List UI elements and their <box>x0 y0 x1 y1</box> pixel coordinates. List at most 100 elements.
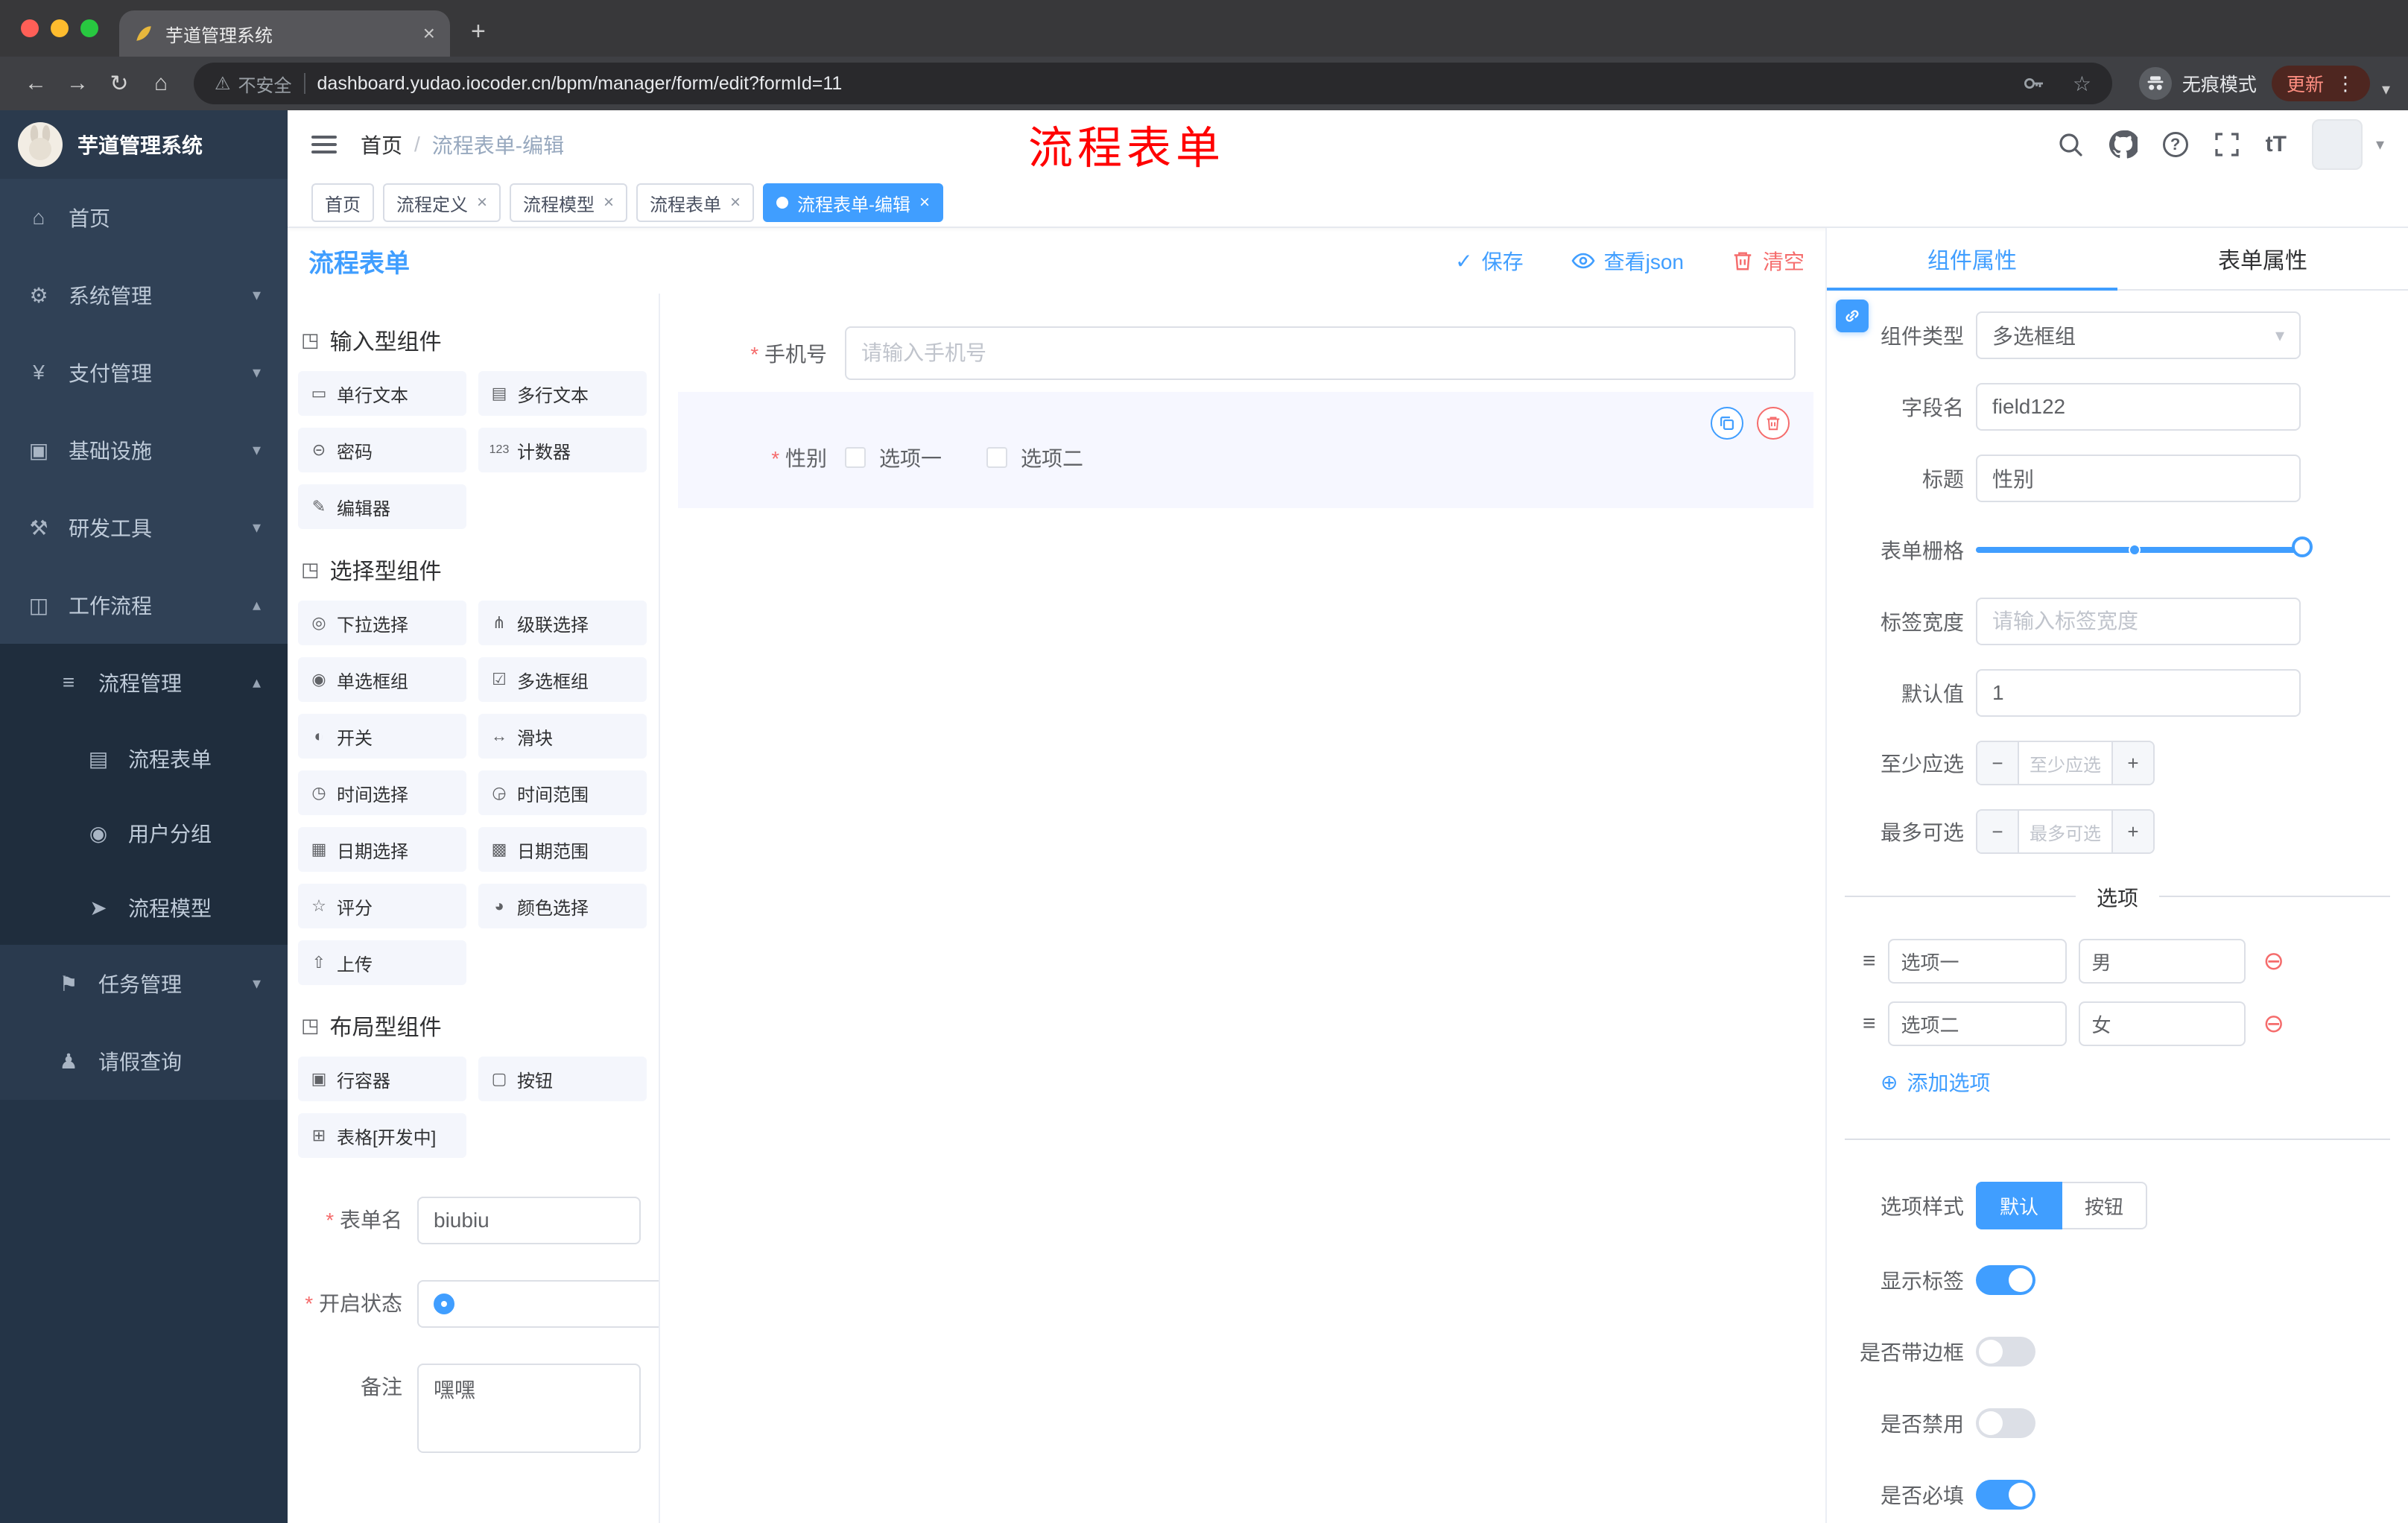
increase-button[interactable]: + <box>2111 742 2153 784</box>
option-2-name-input[interactable] <box>1887 1001 2067 1046</box>
radio-on[interactable]: 开启 <box>417 1280 659 1328</box>
drag-handle-icon[interactable]: ≡ <box>1863 1011 1876 1036</box>
browser-tab[interactable]: 芋道管理系统 × <box>119 10 450 57</box>
security-status[interactable]: ⚠ 不安全 <box>215 71 292 97</box>
field-name-input[interactable] <box>1976 383 2301 431</box>
palette-item-editor[interactable]: ✎ 编辑器 <box>298 484 466 529</box>
palette-item-row-container[interactable]: ▣ 行容器 <box>298 1057 466 1101</box>
style-default-button[interactable]: 默认 <box>1976 1182 2063 1229</box>
form-name-input[interactable] <box>417 1197 641 1244</box>
remove-option-icon[interactable]: ⊖ <box>2263 1009 2285 1039</box>
title-input[interactable] <box>1976 455 2301 502</box>
avatar-caret-icon[interactable]: ▾ <box>2376 135 2384 154</box>
palette-item-upload[interactable]: ⇧ 上传 <box>298 940 466 985</box>
forward-button[interactable]: → <box>57 71 98 96</box>
sidebar-item-home[interactable]: ⌂ 首页 <box>0 179 288 256</box>
tag-process-form-edit[interactable]: 流程表单-编辑 × <box>763 183 944 222</box>
phone-input[interactable] <box>845 326 1796 380</box>
user-avatar[interactable] <box>2311 119 2363 170</box>
reload-button[interactable]: ↻ <box>98 71 140 97</box>
checkbox-option-1[interactable]: 选项一 <box>845 443 942 472</box>
palette-item-color-picker[interactable]: ◕ 颜色选择 <box>478 884 647 928</box>
palette-item-counter[interactable]: 123 计数器 <box>478 428 647 472</box>
sidebar-logo[interactable]: 芋道管理系统 <box>0 110 288 179</box>
view-json-button[interactable]: 查看json <box>1571 246 1684 276</box>
password-key-icon[interactable] <box>2022 72 2046 95</box>
tab-close-icon[interactable]: × <box>423 22 435 45</box>
checkbox-option-2[interactable]: 选项二 <box>986 443 1083 472</box>
tab-component-props[interactable]: 组件属性 <box>1827 228 2117 291</box>
default-value-input[interactable] <box>1976 669 2301 717</box>
palette-item-date-picker[interactable]: ▦ 日期选择 <box>298 827 466 872</box>
style-button-button[interactable]: 按钮 <box>2062 1182 2148 1229</box>
form-remark-textarea[interactable]: 嘿嘿 <box>417 1364 641 1453</box>
close-window-button[interactable] <box>21 19 39 37</box>
link-button[interactable] <box>1836 300 1869 332</box>
browser-update-button[interactable]: 更新 ⋮ <box>2271 66 2370 101</box>
tag-process-model[interactable]: 流程模型 × <box>510 183 628 222</box>
tag-close-icon[interactable]: × <box>919 192 930 213</box>
breadcrumb-home[interactable]: 首页 <box>361 130 402 159</box>
palette-item-time-picker[interactable]: ◷ 时间选择 <box>298 770 466 815</box>
remove-option-icon[interactable]: ⊖ <box>2263 946 2285 976</box>
help-icon[interactable]: ? <box>2162 132 2188 157</box>
search-icon[interactable] <box>2057 131 2084 158</box>
max-select-value[interactable]: 最多可选 <box>2019 811 2111 852</box>
tag-home[interactable]: 首页 <box>311 183 374 222</box>
palette-item-password[interactable]: ⊝ 密码 <box>298 428 466 472</box>
home-button[interactable]: ⌂ <box>140 71 182 96</box>
required-toggle[interactable] <box>1976 1480 2035 1510</box>
palette-item-multi-line-text[interactable]: ▤ 多行文本 <box>478 371 647 416</box>
tag-process-definition[interactable]: 流程定义 × <box>383 183 501 222</box>
zoom-window-button[interactable] <box>80 19 98 37</box>
palette-item-radio-group[interactable]: ◉ 单选框组 <box>298 657 466 702</box>
sidebar-item-task-management[interactable]: ⚑ 任务管理 ▾ <box>0 945 288 1022</box>
delete-widget-button[interactable] <box>1757 407 1790 440</box>
selected-widget-gender[interactable]: 性别 选项一 选项二 <box>678 392 1813 508</box>
decrease-button[interactable]: − <box>1977 811 2019 852</box>
option-2-value-input[interactable] <box>2078 1001 2246 1046</box>
tab-form-props[interactable]: 表单属性 <box>2117 228 2408 289</box>
option-1-value-input[interactable] <box>2078 939 2246 984</box>
tag-close-icon[interactable]: × <box>477 192 487 213</box>
back-button[interactable]: ← <box>15 71 57 96</box>
clear-button[interactable]: 清空 <box>1731 246 1805 276</box>
toolbar-caret-icon[interactable]: ▾ <box>2382 80 2390 99</box>
add-option-button[interactable]: ⊕ 添加选项 <box>1881 1067 2408 1097</box>
border-toggle[interactable] <box>1976 1337 2035 1367</box>
label-width-input[interactable] <box>1976 598 2301 645</box>
component-type-select[interactable]: 多选框组 ▾ <box>1976 311 2301 359</box>
hamburger-icon[interactable] <box>311 136 337 153</box>
bookmark-star-icon[interactable]: ☆ <box>2073 72 2091 96</box>
tag-close-icon[interactable]: × <box>603 192 614 213</box>
sidebar-item-process-management[interactable]: ≡ 流程管理 ▴ <box>0 644 288 721</box>
increase-button[interactable]: + <box>2111 811 2153 852</box>
min-select-value[interactable]: 至少应选 <box>2019 742 2111 784</box>
decrease-button[interactable]: − <box>1977 742 2019 784</box>
font-size-icon[interactable]: tT <box>2266 132 2287 157</box>
phone-field-row[interactable]: 手机号 <box>678 326 1796 380</box>
slider-handle[interactable] <box>2292 536 2313 557</box>
sidebar-item-workflow[interactable]: ◫ 工作流程 ▴ <box>0 566 288 644</box>
sidebar-item-leave-query[interactable]: ♟ 请假查询 <box>0 1022 288 1100</box>
sidebar-item-devtools[interactable]: ⚒ 研发工具 ▾ <box>0 489 288 566</box>
tag-close-icon[interactable]: × <box>730 192 741 213</box>
palette-item-time-range[interactable]: ◶ 时间范围 <box>478 770 647 815</box>
grid-slider[interactable] <box>1976 526 2313 574</box>
palette-item-table[interactable]: ⊞ 表格[开发中] <box>298 1113 466 1158</box>
tag-process-form[interactable]: 流程表单 × <box>636 183 755 222</box>
palette-item-select[interactable]: ◎ 下拉选择 <box>298 601 466 645</box>
sidebar-item-system[interactable]: ⚙ 系统管理 ▾ <box>0 256 288 334</box>
browser-menu-icon[interactable]: ⋮ <box>2336 72 2355 95</box>
form-canvas[interactable]: 手机号 性别 选项一 <box>660 294 1825 1523</box>
sidebar-item-process-form[interactable]: ▤ 流程表单 <box>0 721 288 796</box>
fullscreen-icon[interactable] <box>2214 131 2240 158</box>
palette-item-single-line-text[interactable]: ▭ 单行文本 <box>298 371 466 416</box>
option-1-name-input[interactable] <box>1887 939 2067 984</box>
palette-item-slider[interactable]: ↔ 滑块 <box>478 714 647 759</box>
sidebar-item-payment[interactable]: ¥ 支付管理 ▾ <box>0 334 288 411</box>
address-bar[interactable]: ⚠ 不安全 dashboard.yudao.iocoder.cn/bpm/man… <box>194 63 2112 104</box>
drag-handle-icon[interactable]: ≡ <box>1863 949 1876 974</box>
minimize-window-button[interactable] <box>51 19 69 37</box>
disabled-toggle[interactable] <box>1976 1408 2035 1438</box>
